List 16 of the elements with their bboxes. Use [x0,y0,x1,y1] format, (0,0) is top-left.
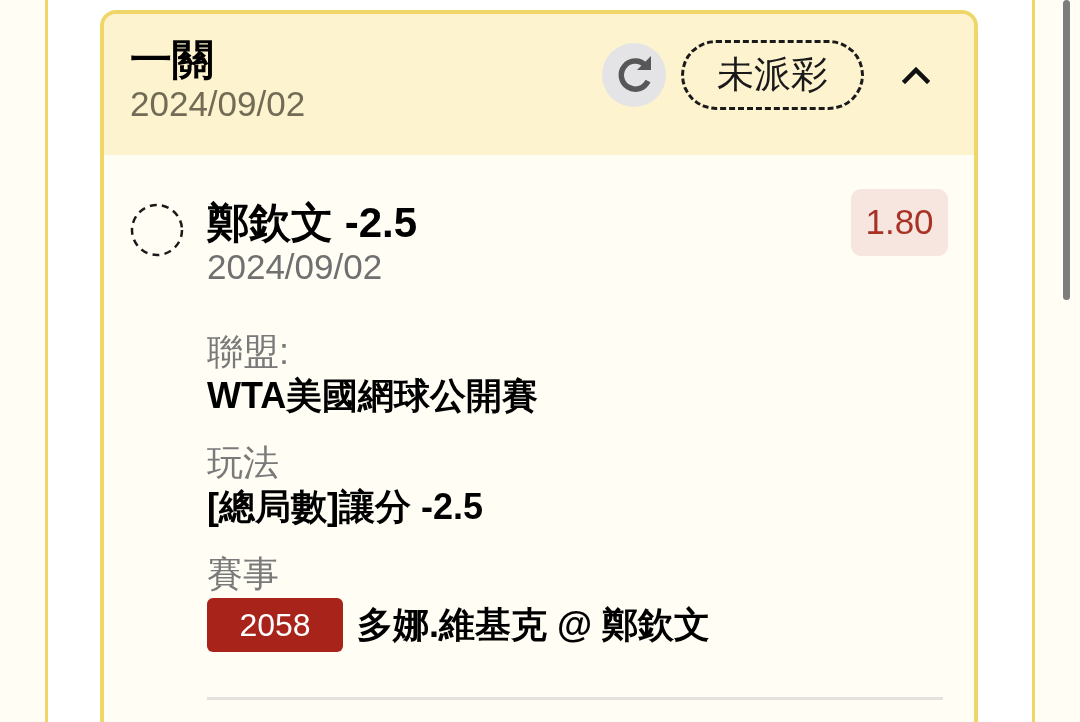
match-number: 2058 [207,598,343,652]
field-label: 玩法 [207,441,280,485]
match-teams: 多娜.維基克 @ 鄭欽文 [357,603,711,647]
chevron-up-icon[interactable] [902,66,930,84]
card-date: 2024/09/02 [130,84,306,124]
selection-date: 2024/09/02 [207,247,384,287]
field-label: 聯盟: [207,330,290,374]
dashed-circle-icon [130,203,184,257]
scrollbar[interactable] [1063,0,1070,300]
selection-title: 鄭欽文 -2.5 [207,199,418,247]
settlement-status: 未派彩 [681,40,864,110]
card-title: 一關 [130,36,215,84]
odds-value: 1.80 [851,189,948,256]
field-value: [總局數]讓分 -2.5 [207,485,484,529]
field-label: 賽事 [207,552,280,596]
field-value: WTA美國網球公開賽 [207,374,540,418]
